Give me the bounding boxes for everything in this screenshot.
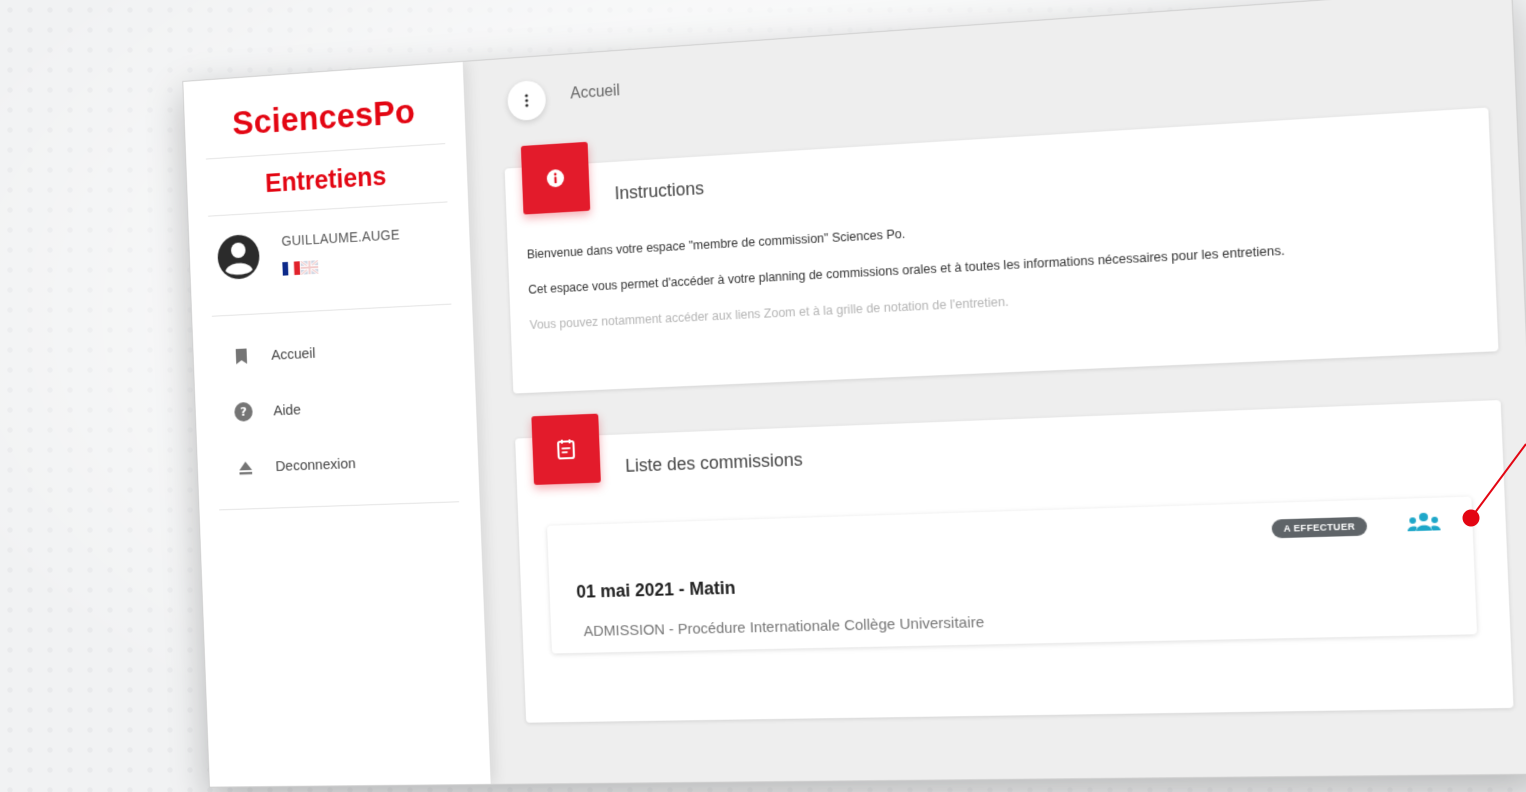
sidebar-item-label: Deconnexion [275,454,356,475]
main-content: Accueil Instructions Bienvenue dans votr… [463,0,1526,784]
sidebar-divider [205,143,446,160]
sidebar-divider [219,501,460,511]
sidebar-item-label: Aide [273,401,302,419]
commission-date: 01 mai 2021 - Matin [575,577,736,602]
commission-description: ADMISSION - Procédure Internationale Col… [583,613,985,641]
instructions-title: Instructions [614,178,705,204]
menu-button[interactable] [506,79,547,122]
commissions-title: Liste des commissions [624,449,804,476]
app-window: SciencesPo Entretiens GUILLAUME.AUGE Acc… [182,0,1526,788]
sidebar-divider [208,201,448,217]
username: GUILLAUME.AUGE [281,226,401,249]
more-vertical-icon [524,93,529,108]
sidebar: SciencesPo Entretiens GUILLAUME.AUGE Acc… [183,61,491,787]
sidebar-item-deconnexion[interactable]: Deconnexion [197,430,479,496]
commissions-badge [531,413,601,485]
group-icon[interactable] [1406,510,1442,534]
flag-uk-icon[interactable] [300,260,319,275]
sidebar-item-label: Accueil [270,344,316,364]
sidebar-nav: Accueil ? Aide Deconnexion [193,317,480,497]
instructions-body: Bienvenue dans votre espace "membre de c… [527,196,1475,354]
commissions-card: Liste des commissions A EFFECTUER 01 mai… [515,399,1514,723]
svg-text:?: ? [240,404,247,419]
commission-item[interactable]: A EFFECTUER 01 mai 2021 - Matin ADMISSIO… [547,496,1478,654]
breadcrumb[interactable]: Accueil [570,82,620,103]
sidebar-divider [211,303,452,317]
instructions-badge [520,141,591,215]
app-name: Entretiens [264,161,387,198]
eject-icon [239,461,253,475]
language-switcher [282,260,319,276]
help-circle-icon: ? [234,401,253,422]
flag-fr-icon[interactable] [282,261,301,276]
calendar-note-icon [556,438,576,460]
status-badge: A EFFECTUER [1271,516,1368,539]
info-icon [546,168,565,188]
account-circle-icon [216,233,261,281]
instructions-card: Instructions Bienvenue dans votre espace… [504,107,1499,394]
user-panel: GUILLAUME.AUGE [209,216,451,302]
bookmark-icon [235,348,248,365]
brand-logo: SciencesPo [231,92,416,143]
